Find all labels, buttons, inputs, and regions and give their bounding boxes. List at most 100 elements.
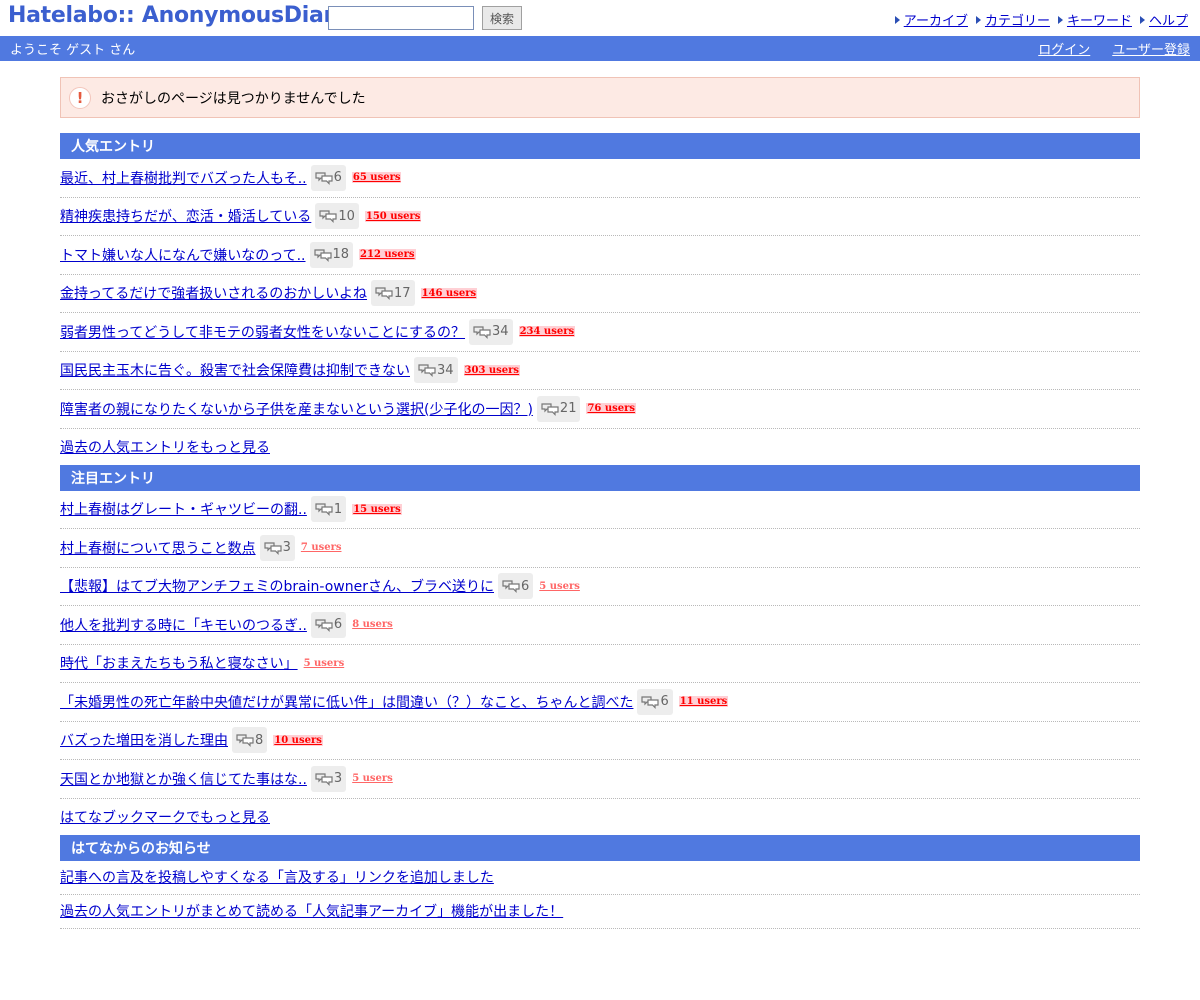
entry-title-link[interactable]: 弱者男性ってどうして非モテの弱者女性をいないことにするの？: [60, 322, 465, 342]
entry-title-link[interactable]: トマト嫌いな人になんで嫌いなのって..: [60, 245, 306, 265]
comment-count-badge[interactable]: 6: [310, 164, 346, 191]
site-header: Hatelabo:: AnonymousDiary 検索 アーカイブ カテゴリー…: [0, 0, 1200, 36]
comment-bubble-icon: [319, 210, 337, 224]
bookmark-users-link[interactable]: 234 users: [518, 326, 576, 338]
comment-count-badge[interactable]: 34: [414, 357, 458, 384]
entry-row: 国民民主玉木に告ぐ。殺害で社会保障費は抑制できない 34 303 users: [60, 352, 1140, 390]
entry-title-link[interactable]: 最近、村上春樹批判でバズった人もそ..: [60, 168, 307, 188]
comment-bubble-icon: [641, 696, 660, 709]
bookmark-users-link[interactable]: 5 users: [304, 658, 345, 669]
comment-count-badge[interactable]: 34: [469, 318, 513, 345]
section-heading-notable: 注目エントリ: [60, 464, 1140, 491]
entry-title-link[interactable]: 村上春樹はグレート・ギャツビーの翻..: [60, 499, 307, 519]
comment-bubble-icon: [418, 364, 436, 378]
comment-count-badge[interactable]: 6: [637, 688, 673, 715]
comment-count: 6: [521, 578, 530, 594]
entry-title-link[interactable]: 障害者の親になりたくないから子供を産まないという選択(少子化の一因？): [60, 399, 533, 419]
entry-row: 【悲報】はてブ大物アンチフェミのbrain-ownerさん、ブラベ送りに 6 5 u…: [60, 568, 1140, 606]
bookmark-users-link[interactable]: 212 users: [359, 249, 416, 261]
search-button[interactable]: 検索: [482, 6, 522, 30]
entry-row: 「未婚男性の死亡年齢中央値だけが異常に低い件」は間違い（？）なこと、ちゃんと調べ…: [60, 683, 1140, 722]
entry-row: バズった増田を消した理由 8 10 users: [60, 722, 1140, 760]
nav-item-archive[interactable]: アーカイブ: [894, 10, 968, 29]
comment-count-badge[interactable]: 3: [259, 534, 295, 561]
bookmark-users-link[interactable]: 7 users: [301, 542, 342, 553]
nav-item-category[interactable]: カテゴリー: [975, 10, 1050, 29]
entry-row: 弱者男性ってどうして非モテの弱者女性をいないことにするの？ 34 234 users: [60, 313, 1140, 352]
entry-title-link[interactable]: 天国とか地獄とか強く信じてた事はな..: [60, 769, 307, 789]
bookmark-users-link[interactable]: 76 users: [586, 403, 637, 415]
news-link[interactable]: 記事への言及を投稿しやすくなる「言及する」リンクを追加しました: [60, 867, 494, 887]
popular-entry-list: 最近、村上春樹批判でバズった人もそ.. 6 65 users 精神疾患持ちだが、恋活・…: [60, 159, 1140, 429]
popular-more-row: 過去の人気エントリをもっと見る: [60, 429, 1140, 465]
nav-item-keyword[interactable]: キーワード: [1057, 10, 1132, 29]
comment-count: 10: [338, 208, 355, 224]
comment-bubble-icon: [473, 326, 491, 339]
entry-title-link[interactable]: 村上春樹について思うこと数点: [60, 538, 256, 558]
site-logo[interactable]: Hatelabo:: AnonymousDiary: [8, 3, 348, 28]
comment-count: 8: [255, 732, 264, 748]
entry-title-link[interactable]: 【悲報】はてブ大物アンチフェミのbrain-ownerさん、ブラベ送りに: [60, 576, 494, 596]
comment-count-badge[interactable]: 6: [498, 573, 534, 600]
entry-title-link[interactable]: 他人を批判する時に「キモいのつるぎ..: [60, 615, 307, 635]
comment-count-badge[interactable]: 21: [536, 395, 581, 422]
nav-link-help[interactable]: ヘルプ: [1149, 10, 1188, 29]
comment-count: 6: [660, 694, 669, 710]
bookmark-users-link[interactable]: 10 users: [273, 734, 323, 746]
entry-title-link[interactable]: 「未婚男性の死亡年齢中央値だけが異常に低い件」は間違い（？）なこと、ちゃんと調べ…: [60, 692, 633, 712]
entry-title-link[interactable]: 金持ってるだけで強者扱いされるのおかしいよね: [60, 283, 367, 303]
comment-bubble-icon: [541, 403, 559, 416]
bookmark-users-link[interactable]: 146 users: [420, 287, 478, 299]
arrow-right-icon: [975, 15, 981, 24]
comment-count: 21: [559, 401, 577, 417]
nav-link-keyword[interactable]: キーワード: [1067, 10, 1132, 29]
bookmark-users-link[interactable]: 65 users: [351, 172, 402, 184]
entry-row: 他人を批判する時に「キモいのつるぎ.. 6 8 users: [60, 606, 1140, 645]
bookmark-users-link[interactable]: 5 users: [352, 773, 393, 784]
news-link[interactable]: 過去の人気エントリがまとめて読める「人気記事アーカイブ」機能が出ました！: [60, 901, 563, 921]
login-link[interactable]: ログイン: [1038, 39, 1090, 58]
bookmark-users-link[interactable]: 15 users: [352, 503, 402, 515]
comment-count: 6: [333, 617, 343, 633]
search-input[interactable]: [328, 6, 474, 30]
entry-row: トマト嫌いな人になんで嫌いなのって.. 18 212 users: [60, 236, 1140, 275]
entry-title-link[interactable]: 国民民主玉木に告ぐ。殺害で社会保障費は抑制できない: [60, 360, 410, 380]
entry-title-link[interactable]: バズった増田を消した理由: [60, 730, 228, 750]
comment-count-badge[interactable]: 17: [371, 280, 415, 307]
comment-count-badge[interactable]: 1: [310, 496, 347, 523]
comment-bubble-icon: [313, 249, 332, 262]
bookmark-users-link[interactable]: 303 users: [463, 364, 521, 376]
comment-count: 34: [437, 362, 454, 378]
bookmark-users-link[interactable]: 150 users: [364, 210, 422, 222]
comment-count: 34: [492, 324, 509, 340]
entry-row: 時代「おまえたちもう私と寝なさい」 5 users: [60, 645, 1140, 683]
notable-more-link[interactable]: はてなブックマークでもっと見る: [60, 807, 270, 827]
entry-row: 村上春樹について思うこと数点 3 7 users: [60, 529, 1140, 568]
comment-count-badge[interactable]: 18: [309, 241, 354, 268]
section-heading-popular: 人気エントリ: [60, 133, 1140, 159]
comment-count: 1: [333, 501, 343, 517]
register-link[interactable]: ユーザー登録: [1112, 39, 1190, 58]
bookmark-users-link[interactable]: 8 users: [352, 619, 393, 630]
comment-bubble-icon: [263, 542, 282, 555]
entry-title-link[interactable]: 精神疾患持ちだが、恋活・婚活している: [60, 206, 311, 226]
nav-item-help[interactable]: ヘルプ: [1139, 10, 1188, 29]
entry-title-link[interactable]: 時代「おまえたちもう私と寝なさい」: [60, 653, 298, 673]
comment-count-badge[interactable]: 10: [315, 203, 359, 230]
nav-link-category[interactable]: カテゴリー: [985, 10, 1050, 29]
comment-count-badge[interactable]: 6: [310, 611, 347, 638]
not-found-notice: ! おさがしのページは見つかりませんでした: [60, 77, 1140, 118]
bookmark-users-link[interactable]: 11 users: [678, 696, 729, 708]
comment-bubble-icon: [375, 287, 393, 301]
popular-more-link[interactable]: 過去の人気エントリをもっと見る: [60, 437, 270, 457]
comment-count-badge[interactable]: 3: [310, 765, 347, 792]
comment-bubble-icon: [315, 503, 333, 517]
arrow-right-icon: [1057, 15, 1063, 24]
entry-row: 金持ってるだけで強者扱いされるのおかしいよね 17 146 users: [60, 275, 1140, 313]
main-content: ! おさがしのページは見つかりませんでした 人気エントリ 最近、村上春樹批判でバ…: [60, 77, 1140, 929]
comment-count-badge[interactable]: 8: [232, 727, 268, 754]
comment-count: 3: [282, 540, 291, 556]
nav-link-archive[interactable]: アーカイブ: [904, 10, 968, 29]
welcome-bar: ようこそ ゲスト さん ログイン ユーザー登録: [0, 36, 1200, 61]
bookmark-users-link[interactable]: 5 users: [539, 581, 580, 592]
